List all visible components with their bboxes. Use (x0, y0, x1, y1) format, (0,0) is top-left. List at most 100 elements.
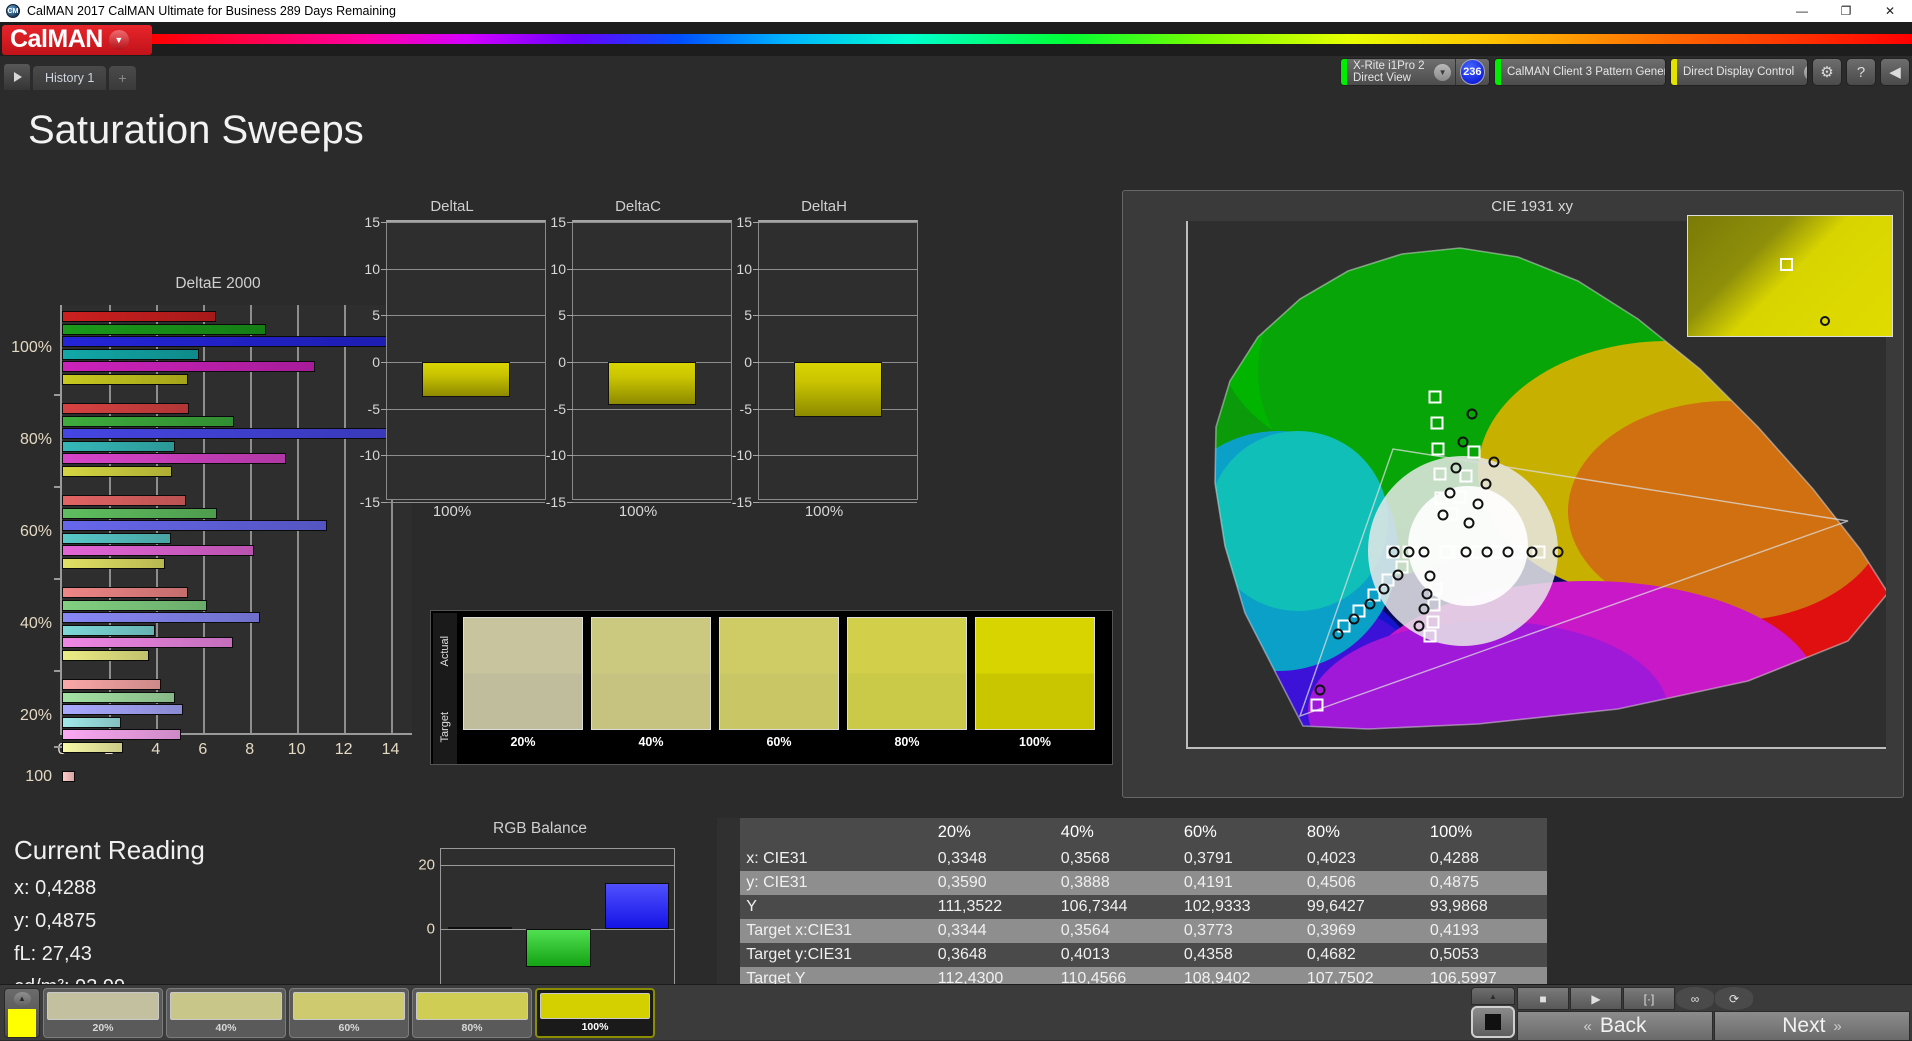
cie-measured-marker (1444, 487, 1456, 499)
add-tab-button[interactable]: + (109, 66, 136, 90)
deltae-ytick-label: 60% (19, 522, 52, 540)
delta-ytick-label: 10 (364, 260, 380, 277)
pattern-chip-label: 60% (338, 1021, 360, 1034)
next-button[interactable]: Next » (1714, 1011, 1910, 1041)
delta-ytick (381, 315, 387, 317)
deltae-bar (62, 507, 217, 519)
meter-selector[interactable]: X-Rite i1Pro 2 Direct View ▼ 236 (1340, 58, 1490, 86)
delta-gridline (759, 222, 917, 223)
delta-ytick-label: 15 (736, 214, 752, 230)
table-column-header: 60% (1177, 818, 1301, 847)
run-workflow-button[interactable] (4, 64, 30, 90)
table-column-header: 80% (1300, 818, 1424, 847)
question-mark-icon: ? (1856, 63, 1866, 81)
deltah-chart: DeltaH 15 10 5 0 -5 -10 -15 100% (724, 198, 924, 528)
cie-ytick (1186, 397, 1188, 399)
step-button[interactable]: [·] (1623, 987, 1675, 1010)
close-button[interactable]: ✕ (1868, 0, 1912, 22)
pattern-chip[interactable]: 40% (166, 987, 286, 1038)
calman-menu-button[interactable]: CalMAN ▼ (2, 24, 152, 55)
delta-gridline (759, 315, 917, 317)
pattern-chip-label: 100% (581, 1020, 609, 1033)
table-swatch-cell (717, 895, 741, 919)
stop-button[interactable]: ■ (1517, 987, 1569, 1010)
cie-target-marker (1310, 698, 1324, 712)
display-control-dropdown[interactable]: ▼ (1800, 59, 1807, 85)
deltae-bar (62, 440, 175, 452)
cie-ytick (1186, 338, 1188, 340)
current-pattern-indicator[interactable]: ▲ (4, 987, 40, 1038)
actual-target-swatch-strip: Actual Target 20% 40% 60% 80% 100% (430, 610, 1113, 765)
deltae-bar (62, 323, 267, 335)
delta-ytick (567, 408, 573, 410)
table-swatch-cell (717, 919, 741, 943)
deltae-bar (62, 336, 390, 347)
pattern-chip[interactable]: 100% (535, 987, 655, 1038)
cie-target-marker (1428, 390, 1442, 404)
rgb-balance-bar (526, 929, 591, 968)
stop-icon (1485, 1014, 1501, 1030)
meter-dropdown[interactable]: ▼ (1431, 59, 1455, 85)
loop-button[interactable]: ∞ (1676, 987, 1714, 1010)
deltae-ytick-label: 40% (19, 614, 52, 632)
table-swatch-cell (717, 943, 741, 967)
stop-button[interactable] (1471, 1006, 1515, 1038)
play-button[interactable]: ▶ (1570, 987, 1622, 1010)
table-row: y: CIE31 0,3590 0,3888 0,4191 0,4506 0,4875 (717, 871, 1547, 895)
tab-history-1[interactable]: History 1 (33, 66, 107, 90)
maximize-button[interactable]: ❐ (1824, 0, 1868, 22)
pattern-generator-selector[interactable]: CalMAN Client 3 Pattern Generator ▼ (1494, 58, 1666, 86)
chevron-down-icon[interactable]: ▼ (108, 29, 129, 50)
expand-transport-button[interactable]: ▲ (1471, 987, 1515, 1005)
swatch-label: 20% (510, 735, 536, 749)
cie-xtick (1188, 747, 1190, 749)
deltac-xlabel: 100% (618, 503, 658, 520)
delta-ytick (753, 362, 759, 363)
cie-measured-marker (1392, 569, 1404, 581)
pattern-chip[interactable]: 80% (412, 987, 532, 1038)
minimize-button[interactable]: — (1780, 0, 1824, 22)
cie-xtick (1517, 747, 1519, 749)
delta-ytick-label: 0 (372, 354, 380, 370)
table-cell: 99,6427 (1300, 895, 1424, 919)
deltae-bar (62, 532, 172, 544)
cie-measured-marker (1460, 546, 1472, 558)
rgb-gridline (441, 865, 674, 866)
delta-bar (607, 362, 697, 405)
table-swatch-cell (717, 871, 741, 895)
cie-ytick (1186, 456, 1188, 458)
pattern-chip[interactable]: 20% (43, 987, 163, 1038)
cie-measured-marker (1450, 462, 1462, 474)
collapse-panel-button[interactable]: ◀ (1880, 58, 1910, 86)
cie-target-marker (1433, 467, 1447, 481)
measurement-table-body: 20% 40% 60% 80% 100% x: CIE31 0,3348 0,3568 0,37… (717, 818, 1547, 991)
deltac-chart: DeltaC 15 10 5 0 -5 -10 -15 100% (538, 198, 738, 528)
cie-chart-title: CIE 1931 xy (1491, 198, 1573, 215)
delta-gridline (573, 408, 731, 410)
rgb-balance-title: RGB Balance (493, 820, 587, 837)
deltae-bar (62, 741, 123, 753)
table-row: Y 111,3522 106,7344 102,9333 99,6427 93,9868 (717, 895, 1547, 919)
deltae-bar (62, 649, 149, 661)
table-cell: 0,4358 (1177, 943, 1301, 967)
deltae-bar (62, 465, 173, 477)
back-button[interactable]: « Back (1517, 1011, 1713, 1041)
help-button[interactable]: ? (1846, 58, 1876, 86)
display-control-name: Direct Display Control (1683, 66, 1795, 78)
display-control-selector[interactable]: Direct Display Control ▼ (1670, 58, 1808, 86)
delta-ytick-label: 5 (744, 307, 752, 324)
table-row-label: x: CIE31 (740, 847, 932, 871)
pattern-chip[interactable]: 60% (289, 987, 409, 1038)
bottom-bar: ▲ 20% 40% 60% 80% 100% ▲ ■ ▶ [·] ∞ ⟳ « Back (0, 984, 1912, 1041)
deltae-xtick-label: 4 (151, 741, 161, 758)
table-header-row: 20% 40% 60% 80% 100% (717, 818, 1547, 847)
deltah-xlabel: 100% (804, 503, 844, 520)
cie-measured-marker (1403, 546, 1415, 558)
refresh-button[interactable]: ⟳ (1715, 987, 1753, 1010)
cie-zoom-inset (1687, 215, 1893, 337)
deltae-bar (62, 428, 391, 439)
tab-toolbar: History 1 + X-Rite i1Pro 2 Direct View ▼… (0, 56, 1912, 90)
window-controls: — ❐ ✕ (1780, 0, 1912, 22)
inset-measured-marker (1820, 316, 1830, 326)
settings-button[interactable]: ⚙ (1812, 58, 1842, 86)
